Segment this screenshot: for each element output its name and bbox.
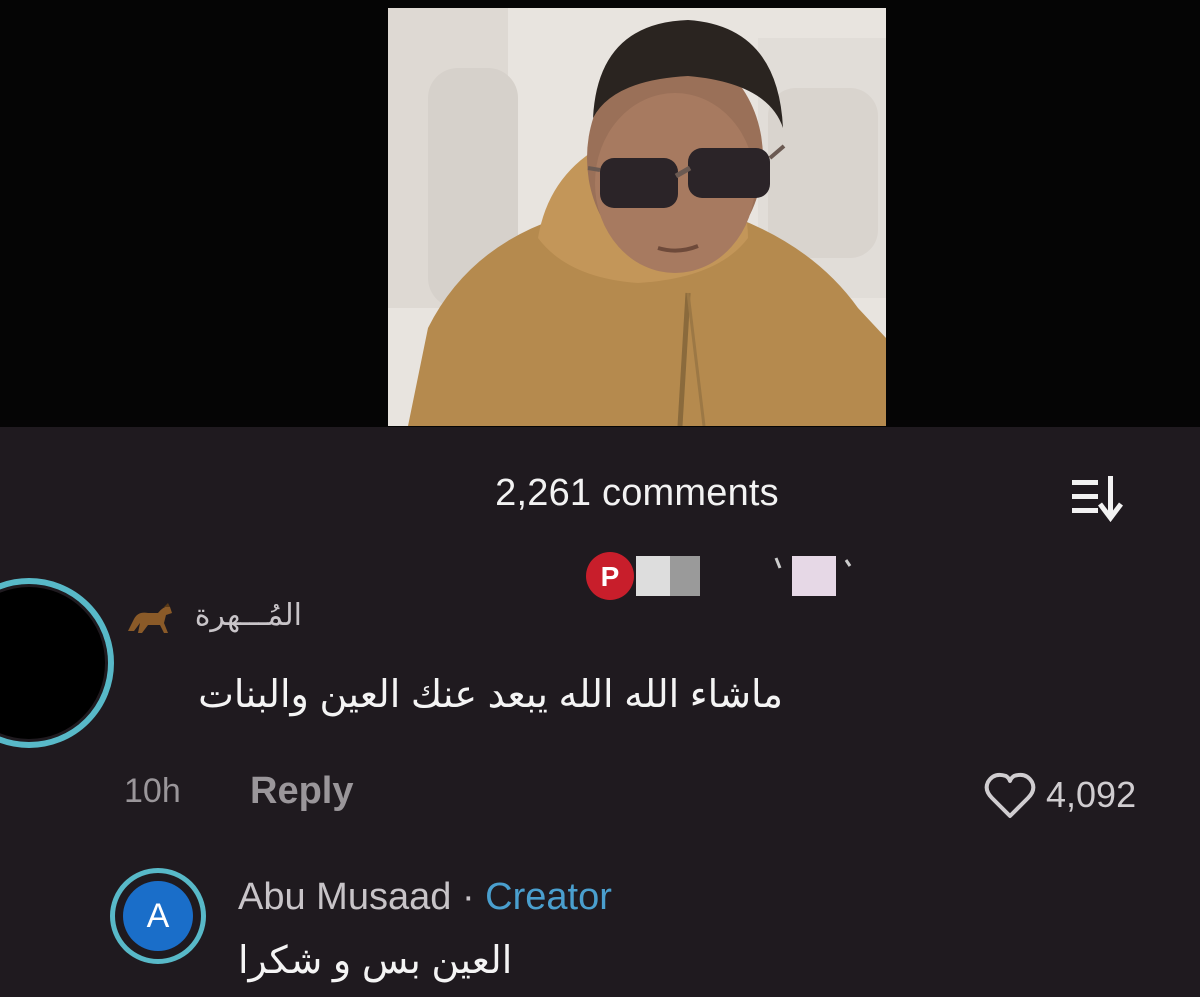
horse-icon: [128, 603, 172, 633]
comment-time: 10h: [124, 772, 181, 810]
reply-username[interactable]: Abu Musaad: [238, 876, 451, 918]
pinterest-watermark-icon: P: [586, 552, 852, 600]
comment-text: ماشاء الله الله يبعد عنك العين والبنات: [198, 674, 783, 716]
avatar[interactable]: A: [110, 868, 206, 964]
comments-count: 2,261 comments: [495, 472, 779, 514]
comment-username[interactable]: المُـــهرة: [195, 598, 302, 633]
thumbnail-illustration: [388, 8, 886, 426]
like-count: 4,092: [1046, 774, 1137, 815]
svg-text:P: P: [601, 561, 620, 592]
reply-button[interactable]: Reply: [250, 770, 353, 813]
video-thumbnail[interactable]: [388, 8, 886, 426]
heart-icon[interactable]: [984, 772, 1036, 820]
creator-badge: Creator: [485, 876, 612, 918]
video-player[interactable]: [0, 0, 1200, 427]
reply-username-row: Abu Musaad · Creator: [238, 876, 612, 919]
sort-filter-icon[interactable]: [1068, 472, 1132, 524]
separator-dot: ·: [461, 876, 475, 918]
avatar-letter: A: [123, 881, 193, 951]
reply-text: العين بس و شكرا: [238, 940, 513, 982]
